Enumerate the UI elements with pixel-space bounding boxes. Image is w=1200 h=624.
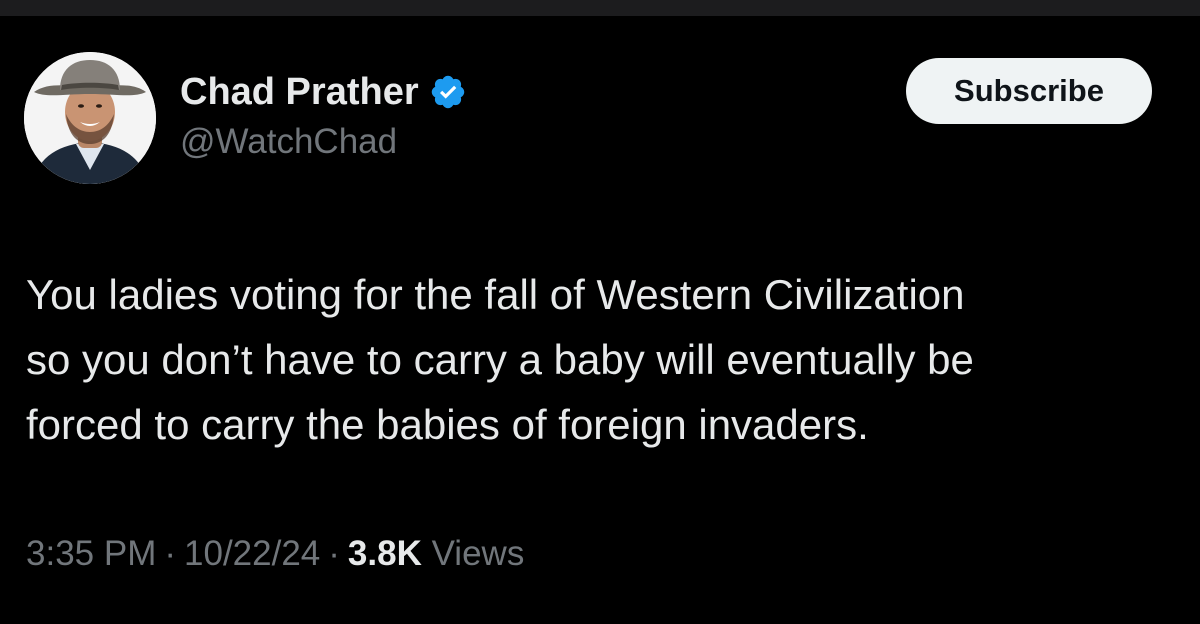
meta-separator: · — [328, 534, 340, 573]
verified-badge-icon[interactable] — [429, 73, 467, 111]
avatar[interactable] — [24, 52, 156, 184]
tweet-meta: 3:35 PM · 10/22/24 · 3.8K Views — [26, 534, 524, 574]
tweet-card: Chad Prather @WatchChad Subscribe You la… — [0, 16, 1200, 624]
tweet-time[interactable]: 3:35 PM — [26, 534, 156, 573]
subscribe-button[interactable]: Subscribe — [906, 58, 1152, 124]
author-handle[interactable]: @WatchChad — [180, 122, 467, 162]
views-label[interactable]: Views — [432, 534, 525, 573]
author-block: Chad Prather @WatchChad — [180, 68, 467, 162]
views-count[interactable]: 3.8K — [348, 534, 422, 573]
author-display-name[interactable]: Chad Prather — [180, 71, 419, 114]
tweet-text: You ladies voting for the fall of Wester… — [26, 271, 974, 448]
name-row: Chad Prather — [180, 68, 467, 116]
top-bar — [0, 0, 1200, 16]
tweet-date[interactable]: 10/22/24 — [184, 534, 320, 573]
meta-separator: · — [164, 534, 177, 573]
